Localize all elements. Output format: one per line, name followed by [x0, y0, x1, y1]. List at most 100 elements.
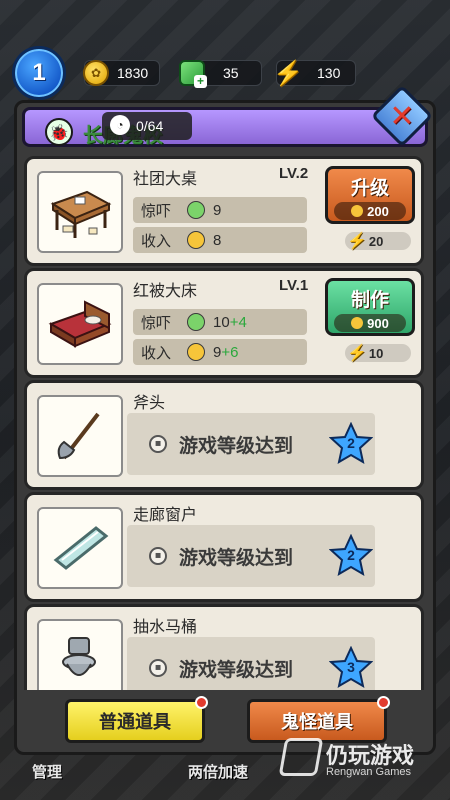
- toilet-thumbnail: [37, 619, 123, 690]
- stat-label: 惊吓: [141, 201, 172, 220]
- level-star-icon: 3: [328, 645, 374, 690]
- coin-icon: [187, 231, 205, 249]
- craft-cost: 900: [334, 314, 406, 332]
- player-level-badge[interactable]: 1: [12, 46, 66, 100]
- coin-icon: [351, 205, 364, 217]
- locked-text: 游戏等级达到: [179, 658, 294, 681]
- notification-dot: [377, 696, 390, 709]
- stat-value: 9: [213, 343, 222, 361]
- window-thumbnail: [37, 507, 123, 589]
- ghost-count: 0/64: [136, 118, 164, 134]
- window-icon: [53, 526, 109, 570]
- required-level: 3: [347, 659, 355, 675]
- item-name: 红被大床: [133, 281, 198, 300]
- bed-icon: [48, 300, 112, 348]
- bolt-icon: ⚡: [273, 59, 303, 87]
- desk-icon: [50, 190, 112, 238]
- energy-cost: ⚡ 20: [345, 232, 411, 250]
- toilet-icon: [62, 637, 96, 676]
- locked-requirement: ▪ 游戏等级达到 2: [127, 413, 375, 475]
- stat-income: 收入 9 +6: [133, 339, 307, 365]
- locked-requirement: ▪ 游戏等级达到 3: [127, 637, 375, 690]
- item-card-axe: 斧头 ▪ 游戏等级达到 2: [24, 380, 424, 490]
- player-level: 1: [32, 59, 46, 86]
- watermark-en: Rengwan Games: [326, 766, 411, 778]
- tab-label: 鬼怪道具: [281, 712, 353, 733]
- nav-speedup[interactable]: 两倍加速: [188, 761, 248, 782]
- stat-scare: 惊吓 9: [133, 197, 307, 223]
- item-card-desk: 社团大桌 LV.2 惊吓 9 收入 8 升级 200 ⚡ 20: [24, 156, 424, 266]
- craft-button[interactable]: 制作 900: [325, 278, 415, 336]
- panel-header: 🐞 长廊鬼校 ◔ 0/64: [22, 107, 428, 147]
- axe-thumbnail: [37, 395, 123, 477]
- gem-counter[interactable]: 35: [179, 60, 262, 88]
- item-level: LV.2: [279, 165, 309, 182]
- item-name: 走廊窗户: [133, 505, 198, 524]
- item-level: LV.1: [279, 277, 309, 294]
- lock-icon: ▪: [149, 659, 167, 677]
- item-card-toilet: 抽水马桶 ▪ 游戏等级达到 3: [24, 604, 424, 690]
- energy-cost: ⚡ 10: [345, 344, 411, 362]
- coin-icon: ✿: [83, 60, 109, 86]
- item-card-window: 走廊窗户 ▪ 游戏等级达到 2: [24, 492, 424, 602]
- scare-icon: [187, 201, 205, 219]
- cost-value: 900: [367, 315, 389, 331]
- cost-value: 200: [367, 203, 389, 219]
- energy-amount: 130: [317, 65, 341, 81]
- coin-amount: 1830: [117, 65, 149, 81]
- energy-value: 20: [368, 233, 384, 249]
- gem-add-icon[interactable]: [179, 60, 207, 88]
- energy-counter: ⚡ 130: [273, 59, 356, 87]
- coin-icon: [351, 317, 364, 329]
- bug-icon: 🐞: [45, 118, 73, 146]
- required-level: 2: [347, 547, 355, 563]
- stat-value: 9: [213, 201, 222, 219]
- item-list[interactable]: 社团大桌 LV.2 惊吓 9 收入 8 升级 200 ⚡ 20 红被大床 LV.…: [24, 150, 426, 690]
- lock-icon: ▪: [149, 547, 167, 565]
- item-name: 抽水马桶: [133, 617, 198, 636]
- upgrade-cost: 200: [334, 202, 406, 220]
- item-panel: 🐞 长廊鬼校 ◔ 0/64 社团大桌: [14, 100, 436, 755]
- craft-label: 制作: [350, 289, 389, 311]
- coin-counter: ✿ 1830: [83, 60, 160, 86]
- stat-label: 收入: [141, 343, 172, 362]
- stat-value: 8: [213, 231, 222, 249]
- watermark: 仍玩游戏 Rengwan Games: [278, 738, 442, 788]
- locked-text: 游戏等级达到: [179, 546, 294, 569]
- lock-icon: ▪: [149, 435, 167, 453]
- item-name: 社团大桌: [133, 169, 198, 188]
- nav-manage[interactable]: 管理: [32, 761, 62, 782]
- close-icon: ✕: [389, 98, 415, 134]
- upgrade-button[interactable]: 升级 200: [325, 166, 415, 224]
- tab-normal-items[interactable]: 普通道具: [65, 696, 208, 743]
- top-hud: 1 ✿ 1830 35 ⚡ 130: [0, 0, 450, 100]
- axe-icon: [57, 412, 100, 460]
- level-star-icon: 2: [328, 421, 374, 466]
- ghost-count-badge: ◔ 0/64: [102, 112, 192, 140]
- item-card-bed: 红被大床 LV.1 惊吓 10 +4 收入 9 +6 制作 900 ⚡ 10: [24, 268, 424, 378]
- ghost-icon: ◔: [110, 115, 130, 135]
- locked-text: 游戏等级达到: [179, 434, 294, 457]
- desk-thumbnail: [37, 171, 123, 253]
- tab-label: 普通道具: [99, 712, 171, 733]
- gem-amount: 35: [223, 65, 239, 81]
- bed-thumbnail: [37, 283, 123, 365]
- item-name: 斧头: [133, 393, 166, 412]
- notification-dot: [195, 696, 208, 709]
- scare-icon: [187, 313, 205, 331]
- required-level: 2: [347, 435, 355, 451]
- locked-requirement: ▪ 游戏等级达到 2: [127, 525, 375, 587]
- coin-icon: [187, 343, 205, 361]
- stat-label: 惊吓: [141, 313, 172, 332]
- bolt-icon: ⚡: [347, 345, 367, 362]
- stat-value: 10: [213, 313, 230, 331]
- watermark-logo-icon: [278, 738, 324, 776]
- bolt-icon: ⚡: [347, 233, 367, 250]
- stat-scare: 惊吓 10 +4: [133, 309, 307, 335]
- upgrade-label: 升级: [350, 177, 389, 199]
- stat-income: 收入 8: [133, 227, 307, 253]
- stat-bonus: +6: [221, 343, 239, 361]
- stat-bonus: +4: [229, 313, 247, 331]
- energy-value: 10: [368, 345, 384, 361]
- tab-ghost-items[interactable]: 鬼怪道具: [247, 696, 390, 743]
